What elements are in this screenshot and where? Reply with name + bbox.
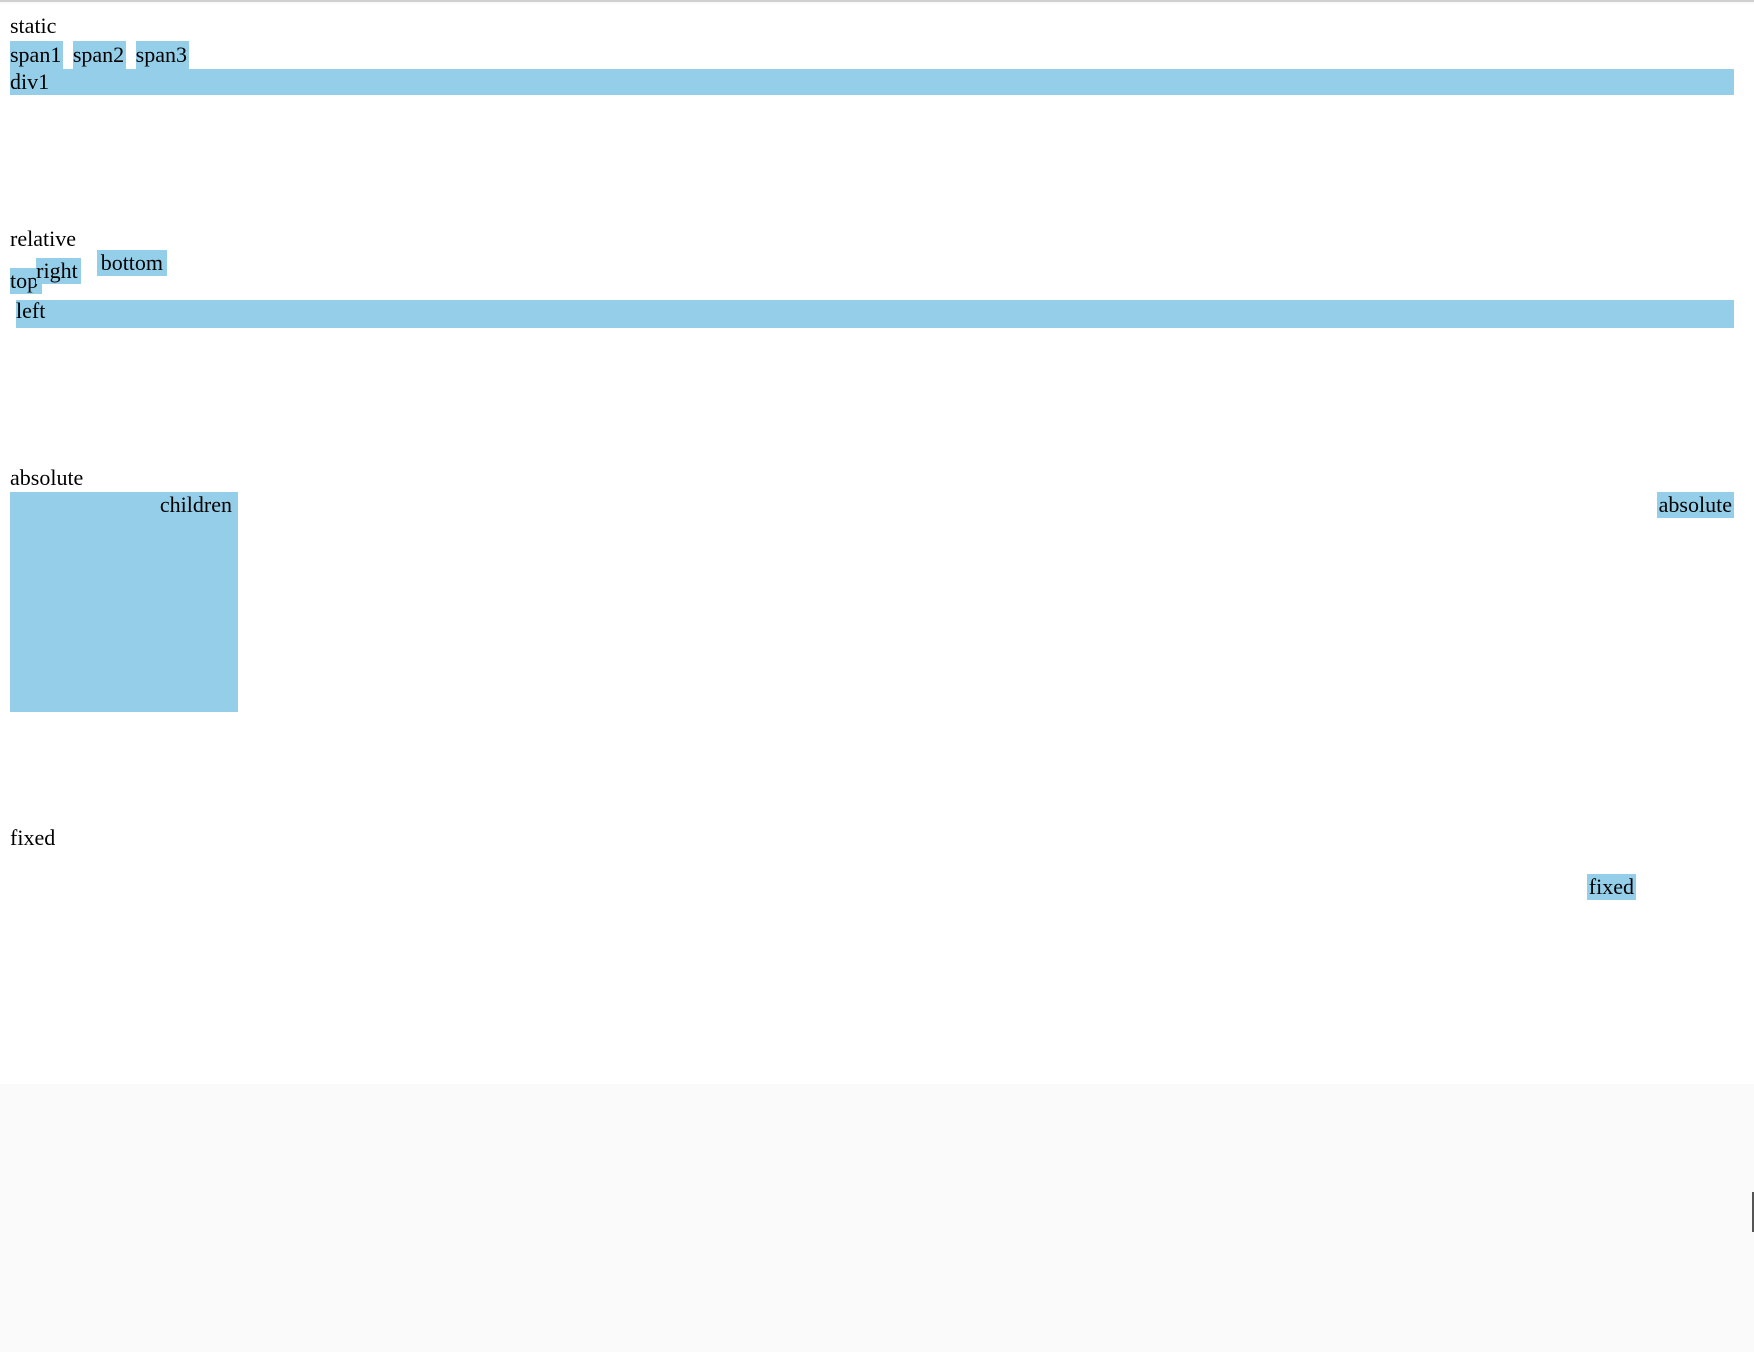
fixed-section: fixed fixed bbox=[10, 824, 1744, 1084]
absolute-title: absolute bbox=[10, 464, 1744, 493]
relative-title: relative bbox=[10, 225, 1744, 254]
relative-section: relative toprightbottom left bbox=[10, 225, 1744, 334]
static-span-1: span1 bbox=[10, 41, 63, 70]
fixed-box-label: fixed bbox=[1587, 874, 1636, 900]
fixed-title: fixed bbox=[10, 824, 1744, 853]
static-div-1: div1 bbox=[10, 69, 1734, 95]
static-section: static span1 span2 span3 div1 bbox=[10, 12, 1744, 95]
static-span-3: span3 bbox=[136, 41, 189, 70]
absolute-children-label: children bbox=[160, 492, 232, 518]
absolute-section: absolute children absolute bbox=[10, 464, 1744, 694]
static-span-2: span2 bbox=[73, 41, 126, 70]
relative-left-bar: left bbox=[16, 300, 1734, 328]
absolute-box: children bbox=[10, 492, 238, 712]
static-title: static bbox=[10, 12, 1744, 41]
relative-bottom-box: bottom bbox=[97, 250, 167, 276]
relative-right-box: right bbox=[36, 258, 81, 284]
relative-left-label: left bbox=[16, 298, 45, 324]
absolute-side-label: absolute bbox=[1657, 492, 1734, 518]
